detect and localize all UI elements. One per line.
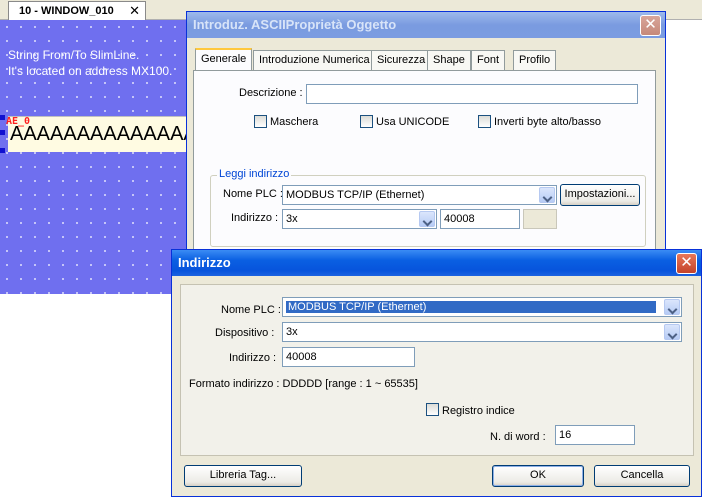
canvas-text-line1: String From/To SlimLine.: [8, 48, 140, 62]
nome-plc-label: Nome PLC :: [223, 188, 283, 200]
object-properties-title: Introduz. ASCIIProprietà Oggetto: [193, 17, 397, 32]
tab-profilo[interactable]: Profilo: [513, 50, 557, 70]
tab-label: Generale: [201, 53, 247, 65]
dispositivo-label: Dispositivo :: [215, 327, 275, 339]
n-di-word-label: N. di word :: [490, 431, 546, 443]
tab-generale[interactable]: Generale: [195, 48, 253, 71]
tab-label: Font: [477, 54, 500, 66]
nome-plc-label: Nome PLC :: [221, 304, 281, 316]
indirizzo-dialog: Indirizzo ✕ Nome PLC : MODBUS TCP/IP (Et…: [171, 249, 702, 497]
chevron-down-icon[interactable]: [539, 187, 555, 203]
indirizzo-type-select[interactable]: 3x: [282, 209, 437, 229]
indirizzo-titlebar[interactable]: Indirizzo ✕: [172, 250, 701, 276]
n-di-word-input[interactable]: 16: [555, 425, 635, 445]
document-tab-label: 10 - WINDOW_010: [19, 5, 114, 17]
cancel-button[interactable]: Cancella: [594, 465, 690, 487]
maschera-checkbox[interactable]: [254, 115, 267, 128]
chevron-down-icon[interactable]: [664, 299, 680, 315]
tab-font[interactable]: Font: [471, 50, 506, 70]
nome-plc-value: MODBUS TCP/IP (Ethernet): [286, 189, 425, 201]
ascii-input-object-value: AAAAAAAAAAAAAAAAA: [10, 123, 188, 145]
descrizione-input[interactable]: [306, 84, 638, 104]
tab-label: Shape: [433, 54, 465, 66]
nome-plc-value: MODBUS TCP/IP (Ethernet): [286, 301, 656, 313]
selection-handle[interactable]: [0, 148, 5, 153]
chevron-down-icon[interactable]: [664, 324, 680, 340]
ascii-input-object[interactable]: AAAAAAAAAAAAAAAAA: [8, 116, 188, 152]
selection-handle[interactable]: [0, 115, 5, 120]
canvas-text-line2: It's located on address MX100.: [8, 64, 173, 78]
descrizione-label: Descrizione :: [239, 87, 303, 99]
dispositivo-value: 3x: [286, 326, 298, 338]
selection-handle[interactable]: [0, 130, 5, 135]
registro-indice-checkbox[interactable]: [426, 403, 439, 416]
close-icon[interactable]: ✕: [129, 3, 140, 19]
maschera-label: Maschera: [270, 116, 319, 128]
close-icon[interactable]: ✕: [676, 253, 697, 274]
nome-plc-select[interactable]: MODBUS TCP/IP (Ethernet): [282, 297, 682, 317]
object-properties-titlebar[interactable]: Introduz. ASCIIProprietà Oggetto ✕: [187, 12, 665, 38]
inverti-byte-checkbox[interactable]: [478, 115, 491, 128]
formato-indirizzo-text: Formato indirizzo : DDDDD [range : 1 ~ 6…: [189, 378, 418, 390]
indirizzo-label: Indirizzo :: [229, 352, 277, 364]
dispositivo-select[interactable]: 3x: [282, 322, 682, 342]
object-properties-dialog: Introduz. ASCIIProprietà Oggetto ✕ Gener…: [186, 11, 666, 259]
indirizzo-label: Indirizzo :: [231, 212, 279, 224]
tab-strip: Generale Introduzione Numerica Sicurezza…: [193, 48, 659, 72]
indirizzo-extra-box: [523, 209, 557, 229]
leggi-indirizzo-legend: Leggi indirizzo: [217, 168, 292, 180]
indirizzo-type-value: 3x: [286, 213, 298, 225]
indirizzo-input[interactable]: 40008: [282, 347, 415, 367]
tab-sicurezza[interactable]: Sicurezza: [371, 50, 432, 70]
usa-unicode-label: Usa UNICODE: [376, 116, 450, 128]
tab-label: Introduzione Numerica: [259, 54, 370, 66]
inverti-byte-label: Inverti byte alto/basso: [494, 116, 602, 128]
usa-unicode-checkbox[interactable]: [360, 115, 373, 128]
object-id-label: AE_0: [6, 116, 31, 127]
ok-button[interactable]: OK: [492, 465, 584, 487]
tab-label: Sicurezza: [377, 54, 426, 66]
generale-panel: Descrizione : Maschera Usa UNICODE Inver…: [193, 70, 656, 250]
close-icon[interactable]: ✕: [640, 15, 661, 36]
design-canvas[interactable]: String From/To SlimLine. It's located on…: [0, 20, 190, 294]
tab-label: Profilo: [519, 54, 551, 66]
indirizzo-input[interactable]: 40008: [440, 209, 520, 229]
document-tab-window-010[interactable]: 10 - WINDOW_010 ✕: [8, 1, 146, 20]
registro-indice-label: Registro indice: [442, 405, 515, 417]
impostazioni-button[interactable]: Impostazioni...: [560, 184, 640, 206]
nome-plc-select[interactable]: MODBUS TCP/IP (Ethernet): [282, 185, 557, 205]
libreria-tag-button[interactable]: Libreria Tag...: [184, 465, 302, 487]
chevron-down-icon[interactable]: [419, 211, 435, 227]
tab-introduzione-numerica[interactable]: Introduzione Numerica: [253, 50, 376, 70]
indirizzo-dialog-title: Indirizzo: [178, 255, 231, 270]
tab-shape[interactable]: Shape: [427, 50, 471, 70]
